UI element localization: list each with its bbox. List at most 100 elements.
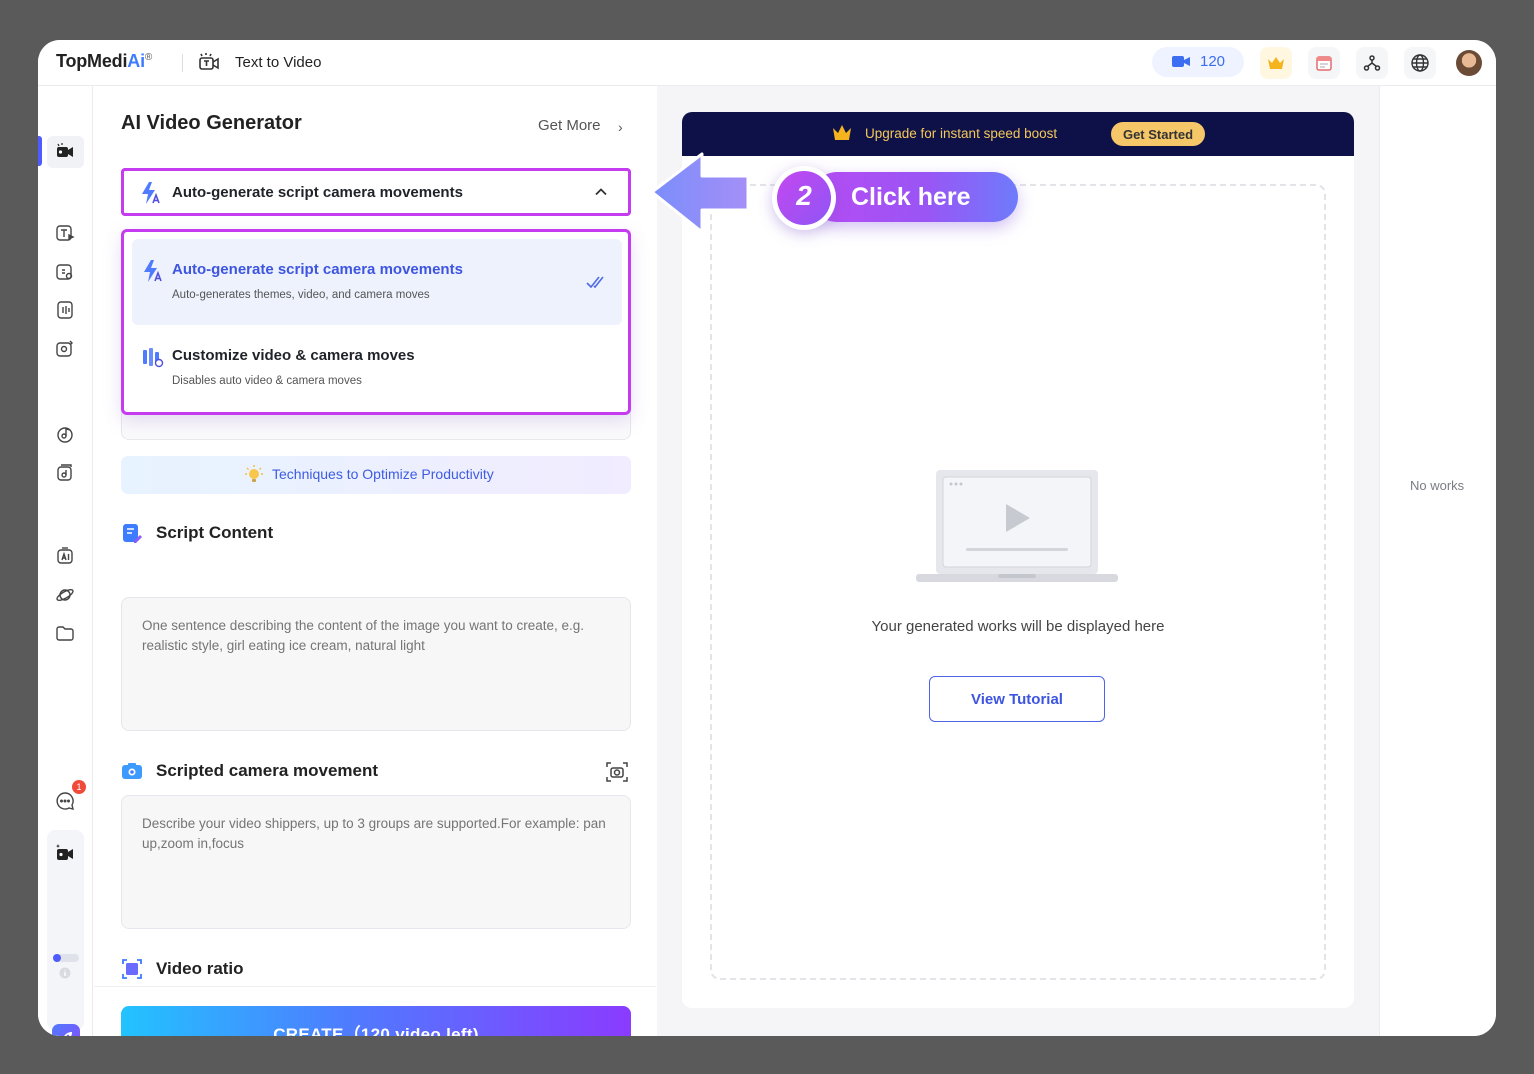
no-works-text: No works [1410,478,1465,493]
option-subtitle: Auto-generates themes, video, and camera… [172,289,430,301]
works-sidebar: No works [1379,86,1496,1036]
user-avatar[interactable] [1456,50,1482,76]
empty-state-text: Your generated works will be displayed h… [871,618,1165,635]
panel-title: AI Video Generator [121,112,302,134]
premium-button[interactable] [1260,47,1292,79]
auto-script-icon [144,260,162,282]
audio-icon [57,301,73,319]
panel-divider [94,986,656,987]
api-button[interactable] [1356,47,1388,79]
double-check-icon [586,276,604,289]
callout-text: Click here [851,183,971,211]
text-to-video-icon [199,53,219,70]
section-title: Script Content [156,523,274,542]
script-content-input[interactable] [121,597,631,731]
globe-icon [1411,54,1429,72]
app-logo[interactable]: TopMediAi® [56,51,152,72]
rail-item-text-video[interactable] [54,222,76,244]
mode-dropdown-menu: Auto-generate script camera movements Au… [121,229,631,415]
document-edit-icon [123,524,142,543]
mode-option-auto[interactable]: Auto-generate script camera movements Au… [132,239,622,325]
rail-item-video-generator[interactable] [54,842,76,864]
rail-item-song[interactable] [54,462,76,484]
ai-icon [57,547,73,564]
credits-badge[interactable]: 120 [1152,47,1244,77]
calendar-icon [1316,56,1332,71]
upgrade-banner: Upgrade for instant speed boost Get Star… [682,112,1354,156]
section-title: Video ratio [156,959,244,978]
auto-script-icon [142,182,160,204]
rail-item-files[interactable] [54,622,76,644]
rail-item-music[interactable] [54,423,76,445]
toggle-knob [53,954,61,962]
rail-item-ai-tools[interactable] [54,545,76,567]
crown-icon [833,125,851,140]
rocket-icon [64,1032,72,1036]
topbar-divider [182,54,183,72]
rail-item-feedback[interactable] [54,790,76,812]
mode-dropdown-value: Auto-generate script camera movements [172,184,463,201]
top-bar: TopMediAi® Text to Video 120 [38,40,1496,86]
chevron-right-icon[interactable]: › [618,119,623,135]
preview-card: Upgrade for instant speed boost Get Star… [682,112,1354,1008]
page-title: Text to Video [235,54,322,71]
music-icon [57,427,73,443]
rail-toggle[interactable] [53,954,79,962]
mode-option-custom[interactable]: Customize video & camera moves Disables … [132,325,622,411]
create-button[interactable]: CREATE（120 video left) [121,1006,631,1036]
logo-ai: Ai [127,51,145,71]
option-subtitle: Disables auto video & camera moves [172,375,362,387]
rail-active-indicator [38,136,42,166]
logo-registered: ® [144,52,153,63]
crown-icon [1268,57,1284,69]
video-camera-icon [1172,56,1190,67]
language-button[interactable] [1404,47,1436,79]
step-number-badge: 2 [772,166,836,230]
notification-badge: 1 [72,780,86,794]
left-rail: 1 [38,86,93,1036]
camera-scan-icon[interactable] [605,760,629,784]
camera-movement-input[interactable] [121,795,631,929]
tips-text: Techniques to Optimize Productivity [272,466,494,482]
mode-dropdown[interactable]: Auto-generate script camera movements [121,168,631,216]
option-title: Customize video & camera moves [172,347,415,364]
rail-info[interactable] [59,966,71,979]
rail-item-explore[interactable] [54,584,76,606]
logo-text: TopMedi [56,51,128,71]
section-title: Scripted camera movement [156,761,379,780]
chat-icon [56,792,74,810]
upgrade-text: Upgrade for instant speed boost [865,126,1058,141]
step-number: 2 [796,180,812,211]
rail-item-audio[interactable] [54,299,76,321]
rail-item-avatar[interactable] [54,338,76,360]
avatar-video-icon [56,340,73,357]
ratio-icon [122,959,142,979]
planet-icon [56,589,74,601]
credits-count: 120 [1200,53,1226,70]
chevron-up-icon [595,188,607,196]
view-tutorial-button[interactable]: View Tutorial [929,676,1105,722]
calendar-button[interactable] [1308,47,1340,79]
rail-boost-button[interactable] [52,1024,80,1036]
rail-item-script[interactable] [54,261,76,283]
video-sparkle-icon [56,844,73,860]
preview-area: Upgrade for instant speed boost Get Star… [657,86,1379,1036]
get-more-link[interactable]: Get More [538,117,601,134]
camera-icon [122,763,142,779]
song-icon [57,464,72,481]
settings-panel: AI Video Generator Get More › Auto-gener… [94,86,710,1036]
app-window: TopMediAi® Text to Video 120 1 AI Video … [38,40,1496,1036]
video-camera-icon [57,143,73,157]
text-video-icon [56,225,75,241]
laptop-play-icon [916,470,1118,582]
lightbulb-icon [245,465,263,482]
pointer-arrow-icon [650,152,750,234]
network-icon [1363,55,1381,71]
productivity-tips-banner[interactable]: Techniques to Optimize Productivity [121,456,631,494]
click-here-callout: Click here [812,172,1018,222]
option-title: Auto-generate script camera movements [172,261,463,278]
info-icon [59,967,71,979]
rail-item-video[interactable] [54,141,76,163]
folder-icon [56,626,74,641]
get-started-button[interactable]: Get Started [1111,122,1205,146]
